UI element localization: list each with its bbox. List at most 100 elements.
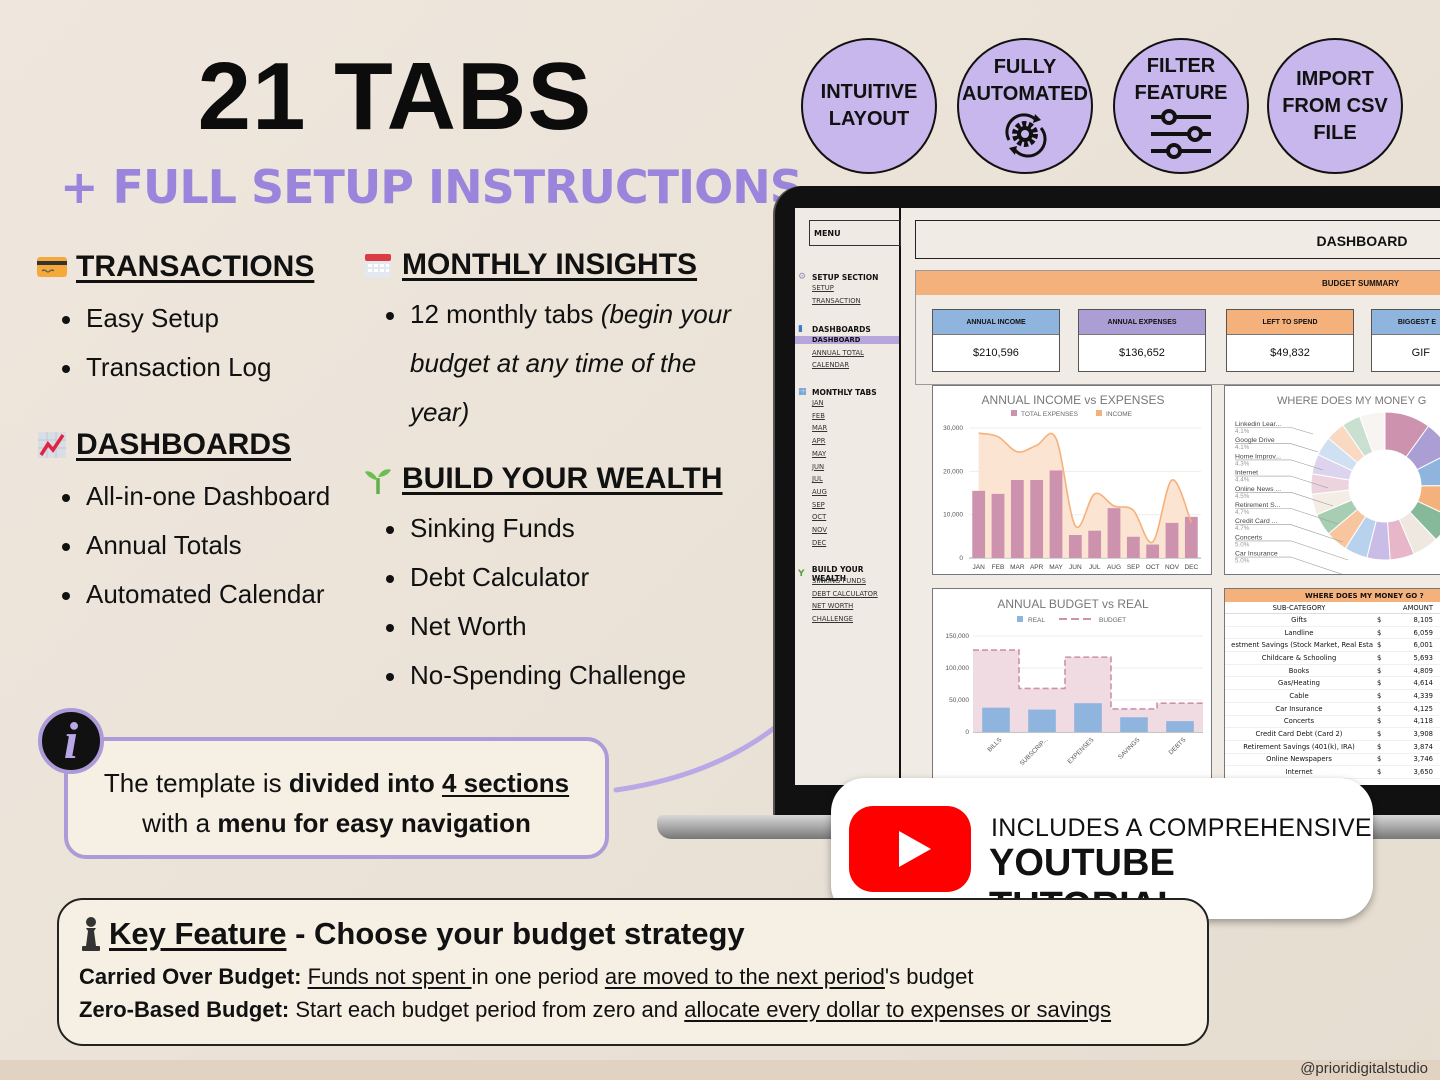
cell-subcategory: Gas/Heating <box>1278 679 1320 688</box>
expense-bar <box>1107 508 1121 558</box>
menu-link-setup[interactable]: SETUP <box>812 284 834 292</box>
income-vs-expenses-chart: ANNUAL INCOME vs EXPENSES TOTAL EXPENSES I… <box>932 385 1212 575</box>
cell-currency: $ <box>1377 755 1382 764</box>
key-feature-label: Key Feature <box>109 916 287 951</box>
cell-subcategory: Car Insurance <box>1275 704 1323 713</box>
youtube-line-1: INCLUDES A COMPREHENSIVE <box>991 814 1372 842</box>
menu-link-annual-total[interactable]: ANNUAL TOTAL <box>812 349 864 357</box>
menu-link-challenge[interactable]: CHALLENGE <box>812 615 853 623</box>
menu-link-dec[interactable]: DEC <box>812 539 826 547</box>
budget-summary-header: BUDGET SUMMARY <box>916 271 1440 295</box>
income-area <box>978 433 1192 558</box>
leader-line <box>1290 427 1314 435</box>
key-feature-title: Key Feature - Choose your budget strateg… <box>79 916 1187 952</box>
menu-title: MENU <box>809 220 901 246</box>
legend-swatch-real <box>1017 616 1023 622</box>
x-tick-label: SAVINGS <box>1117 736 1141 760</box>
menu-link-mar[interactable]: MAR <box>812 424 827 432</box>
legend-label-budget: BUDGET <box>1099 617 1126 624</box>
budget-vs-real-chart: ANNUAL BUDGET vs REAL REAL BUDGET 0 50,000 10… <box>932 588 1212 785</box>
menu-link-dashboard[interactable]: DASHBOARD <box>795 336 899 344</box>
table-row: Childcare & Schooling $5,693 <box>1225 652 1440 665</box>
legend-label-real: REAL <box>1028 617 1045 624</box>
menu-link-sep[interactable]: SEP <box>812 501 825 509</box>
menu-link-sinking-funds[interactable]: SINKING FUNDS <box>812 577 866 585</box>
cell-currency: $ <box>1377 691 1382 700</box>
section-dashboards: DASHBOARDS All-in-one Dashboard Annual T… <box>36 428 330 619</box>
info-icon: i <box>38 708 104 774</box>
chart-title: ANNUAL BUDGET vs REAL <box>997 597 1149 611</box>
chess-pawn-icon <box>82 917 100 951</box>
key-feature-box: Key Feature - Choose your budget strateg… <box>57 898 1209 1046</box>
real-bar <box>1074 703 1102 732</box>
menu-link-jul[interactable]: JUL <box>812 475 823 483</box>
kpi-label: BIGGEST E <box>1372 310 1440 335</box>
kpi-annual-expenses: ANNUAL EXPENSES $136,652 <box>1078 309 1206 372</box>
cell-subcategory: Cable <box>1289 691 1309 700</box>
menu-link-oct[interactable]: OCT <box>812 513 826 521</box>
donut-label: Credit Card ... <box>1235 518 1277 525</box>
menu-link-nov[interactable]: NOV <box>812 526 827 534</box>
donut-percent: 4.5% <box>1235 493 1250 500</box>
info-underline: 4 sections <box>441 768 570 798</box>
feature-import-csv: IMPORT FROM CSV FILE <box>1267 38 1403 174</box>
chart-increasing-icon <box>38 432 66 458</box>
table-row: estment Savings (Stock Market, Real Esta… <box>1225 639 1440 653</box>
x-tick-label: JAN <box>973 564 986 571</box>
donut-label: Linkedin Lear... <box>1235 421 1281 428</box>
kpi-value: $49,832 <box>1270 347 1310 359</box>
feature-label: FILTER <box>1146 55 1216 77</box>
menu-link-calendar[interactable]: CALENDAR <box>812 361 849 369</box>
expense-bar <box>1184 516 1198 558</box>
section-transactions: TRANSACTIONS Easy Setup Transaction Log <box>36 250 314 392</box>
menu-group-label: DASHBOARDS <box>812 324 871 334</box>
feature-label: FROM CSV <box>1282 94 1388 117</box>
info-text: The template is <box>103 768 289 798</box>
table-row: Gas/Heating $4,614 <box>1225 677 1440 691</box>
cell-amount: 4,118 <box>1413 717 1433 726</box>
donut-label: Home Improv... <box>1235 453 1281 460</box>
strategy-text: Start each budget period from zero and <box>289 997 685 1022</box>
cell-currency: $ <box>1377 768 1382 777</box>
spreadsheet-menu: MENU ⚙ SETUP SECTION SETUP TRANSACTION ▮ DASH… <box>795 208 901 785</box>
expense-bar <box>972 490 986 558</box>
x-tick-label: BILLS <box>986 736 1003 753</box>
table-row: Retirement Savings (401(k), IRA) $3,874 <box>1225 741 1440 754</box>
y-tick-label: 0 <box>959 555 963 562</box>
menu-link-net-worth[interactable]: NET WORTH <box>812 602 853 610</box>
menu-group-setup-section: ⚙ SETUP SECTION <box>798 272 878 282</box>
expense-bar <box>1165 522 1179 558</box>
donut-percent: 4.4% <box>1235 477 1250 484</box>
menu-link-transaction[interactable]: TRANSACTION <box>812 297 861 305</box>
donut-percent: 4.1% <box>1235 444 1250 451</box>
table-row: Online Newspapers $3,746 <box>1225 754 1440 767</box>
menu-link-apr[interactable]: APR <box>812 437 825 445</box>
cell-subcategory: estment Savings (Stock Market, Real Esta <box>1231 641 1373 650</box>
menu-link-may[interactable]: MAY <box>812 450 826 458</box>
menu-link-jun[interactable]: JUN <box>812 463 824 471</box>
menu-link-debt-calculator[interactable]: DEBT CALCULATOR <box>812 590 878 598</box>
menu-link-jan[interactable]: JAN <box>812 399 824 407</box>
dashboards-list: All-in-one Dashboard Annual Totals Autom… <box>62 472 330 619</box>
kpi-label: ANNUAL EXPENSES <box>1079 310 1205 335</box>
menu-group-dashboards: ▮ DASHBOARDS <box>798 324 871 334</box>
cell-subcategory: Books <box>1288 666 1310 675</box>
donut-percent: 5.0% <box>1235 558 1250 565</box>
zero-based-line: Zero-Based Budget: Start each budget per… <box>79 993 1187 1026</box>
cell-amount: 4,614 <box>1413 679 1433 688</box>
x-tick-label: OCT <box>1146 564 1160 571</box>
cell-currency: $ <box>1377 615 1382 624</box>
menu-link-feb[interactable]: FEB <box>812 412 825 420</box>
menu-link-aug[interactable]: AUG <box>812 488 827 496</box>
cell-amount: 3,650 <box>1413 768 1433 777</box>
strategy-label: Zero-Based Budget: <box>79 997 290 1022</box>
wealth-heading: BUILD YOUR WEALTH <box>402 462 723 495</box>
cell-amount: 6,059 <box>1413 628 1433 637</box>
y-tick-label: 150,000 <box>946 633 970 640</box>
section-heading: TRANSACTIONS <box>36 250 314 284</box>
list-item: Annual Totals <box>62 521 330 570</box>
table-header: SUB-CATEGORY AMOUNT <box>1225 602 1440 614</box>
calendar-icon: ▦ <box>798 387 807 397</box>
cell-currency: $ <box>1377 641 1382 650</box>
bar-chart-icon: ▮ <box>798 324 803 334</box>
